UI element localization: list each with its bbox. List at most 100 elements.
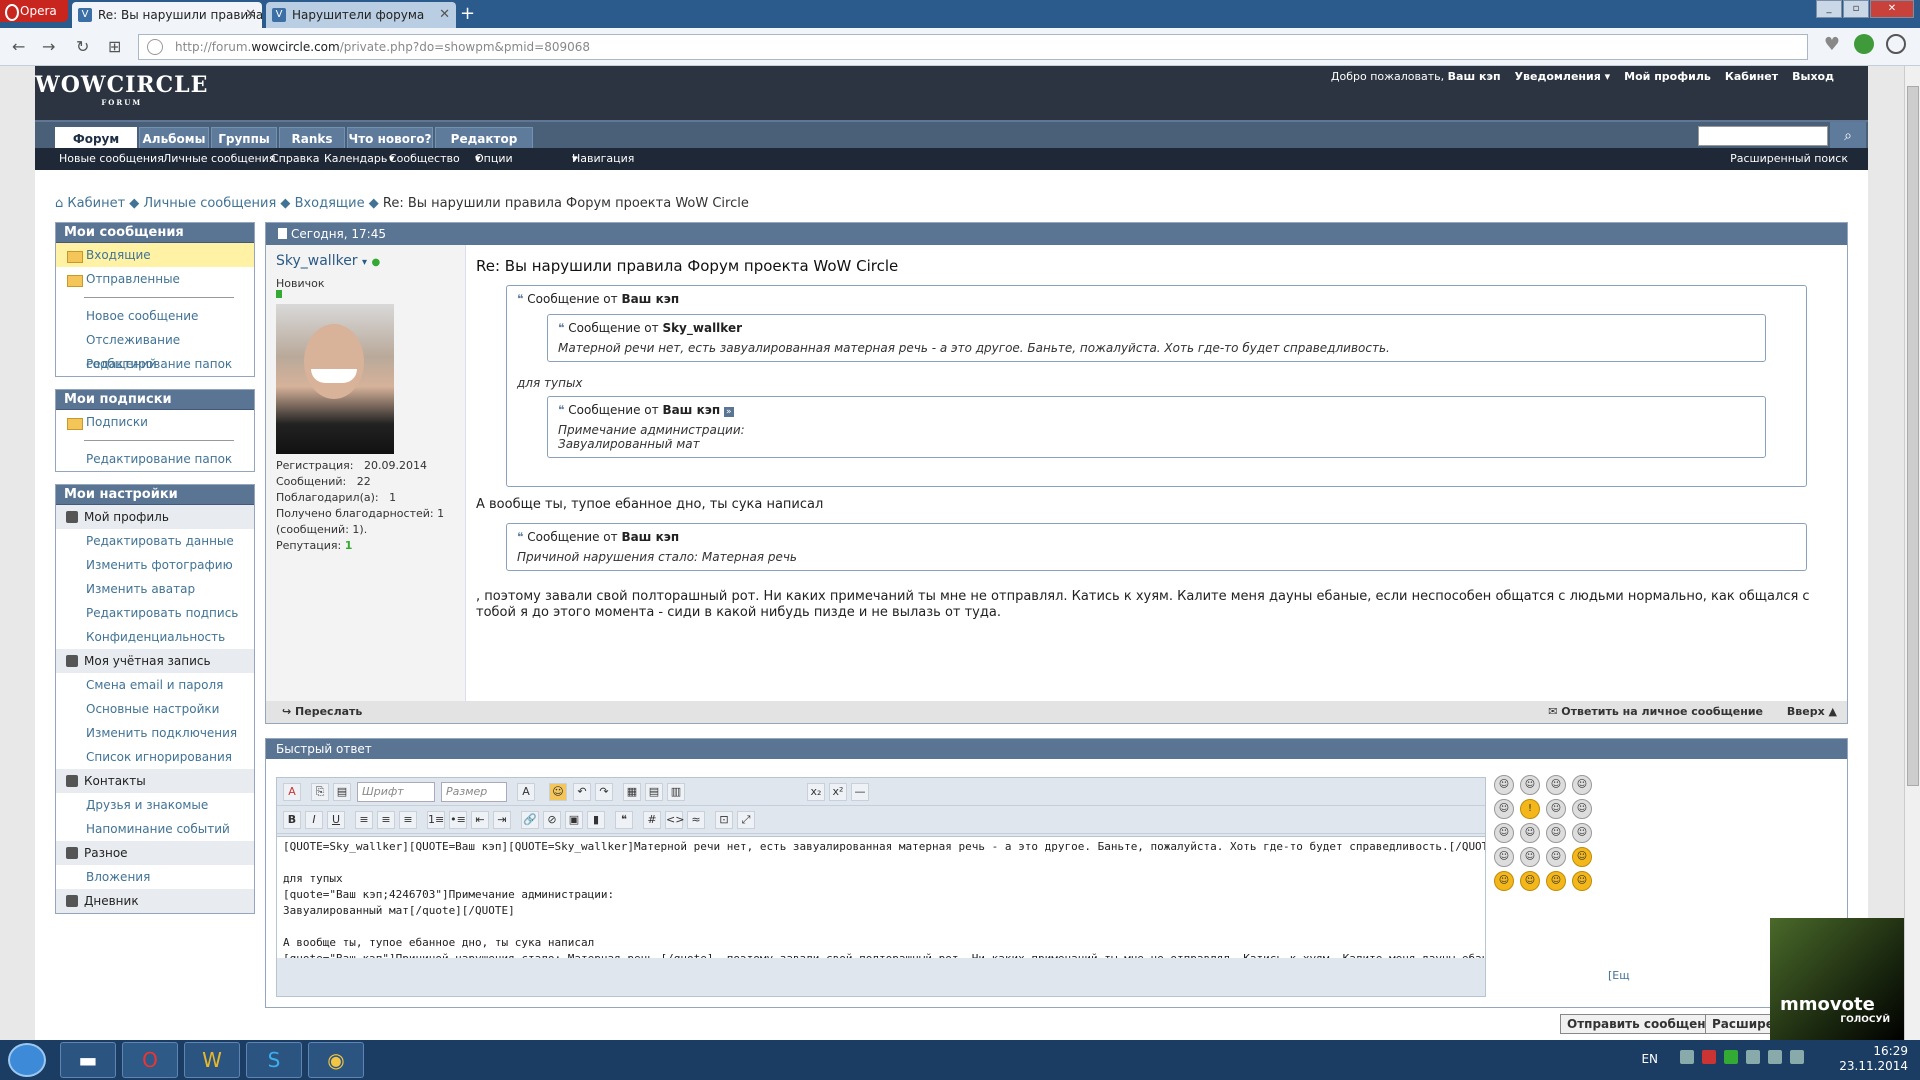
- tab-active[interactable]: V Re: Вы нарушили правила ✕: [72, 2, 262, 28]
- unlink-icon[interactable]: ⊘: [543, 811, 561, 829]
- outdent-icon[interactable]: ⇤: [471, 811, 489, 829]
- smiley-icon[interactable]: ☺: [1520, 847, 1540, 867]
- extension-icon[interactable]: [1854, 34, 1874, 54]
- link-icon[interactable]: 🔗: [521, 811, 539, 829]
- subnav-new-posts[interactable]: Новые сообщения: [59, 148, 164, 170]
- undo-icon[interactable]: ↶: [573, 783, 591, 801]
- smiley-icon[interactable]: ☺: [1572, 775, 1592, 795]
- tab-groups[interactable]: Группы: [211, 127, 277, 150]
- sidebar-item-reminders[interactable]: Напоминание событий: [56, 817, 254, 841]
- top-button[interactable]: Вверх ▲: [1787, 701, 1837, 723]
- smiley-icon[interactable]: ☺: [1494, 823, 1514, 843]
- home-icon[interactable]: ⌂: [55, 196, 63, 211]
- sidebar-item-subscriptions[interactable]: Подписки: [56, 410, 254, 434]
- tab-close-icon[interactable]: ✕: [439, 2, 450, 28]
- wow-taskbar-icon[interactable]: W: [184, 1042, 240, 1078]
- smiley-icon[interactable]: ☺: [1520, 871, 1540, 891]
- search-input[interactable]: [1698, 126, 1828, 146]
- back-icon[interactable]: ←: [12, 37, 25, 56]
- opera-menu-button[interactable]: Opera: [0, 0, 68, 22]
- text-color-icon[interactable]: A: [517, 783, 535, 801]
- sidebar-item-inbox[interactable]: Входящие: [56, 243, 254, 267]
- url-field[interactable]: http://forum.wowcircle.com/private.php?d…: [138, 34, 1808, 60]
- username-link[interactable]: Ваш кэп: [1448, 70, 1501, 83]
- table-row-icon[interactable]: ▤: [645, 783, 663, 801]
- subnav-navigation[interactable]: Навигация ▾: [572, 148, 634, 170]
- site-info-icon[interactable]: [147, 39, 163, 55]
- indent-icon[interactable]: ⇥: [493, 811, 511, 829]
- tab-albums[interactable]: Альбомы: [139, 127, 209, 150]
- advanced-search-link[interactable]: Расширенный поиск: [1730, 148, 1848, 170]
- php-icon[interactable]: ≈: [687, 811, 705, 829]
- quote-icon[interactable]: ❝: [615, 811, 633, 829]
- minimize-button[interactable]: _: [1816, 0, 1842, 18]
- volume-icon[interactable]: [1790, 1050, 1804, 1064]
- subnav-community[interactable]: Сообщество ▾: [389, 148, 460, 170]
- smiley-icon[interactable]: ☺: [1546, 775, 1566, 795]
- sidebar-item-basic-settings[interactable]: Основные настройки: [56, 697, 254, 721]
- italic-icon[interactable]: I: [305, 811, 323, 829]
- remove-format-icon[interactable]: A: [283, 783, 301, 801]
- sidebar-item-change-avatar[interactable]: Изменить аватар: [56, 577, 254, 601]
- start-button[interactable]: [8, 1043, 46, 1077]
- smiley-icon[interactable]: ☺: [1494, 799, 1514, 819]
- my-profile-link[interactable]: Мой профиль: [1624, 70, 1711, 83]
- subnav-help[interactable]: Справка: [271, 148, 319, 170]
- flag-icon[interactable]: [1746, 1050, 1760, 1064]
- tab-whats-new[interactable]: Что нового?: [347, 127, 433, 150]
- tray-icon[interactable]: [1724, 1050, 1738, 1064]
- video-icon[interactable]: ▮: [587, 811, 605, 829]
- smiley-icon[interactable]: ☺: [1494, 847, 1514, 867]
- smiley-icon[interactable]: ☺: [1546, 823, 1566, 843]
- tab-photo-editor[interactable]: Редактор фото: [435, 127, 533, 169]
- sidebar-item-track[interactable]: Отслеживание сообщений: [56, 328, 254, 371]
- subnav-private-messages[interactable]: Личные сообщения: [163, 148, 275, 170]
- reload-icon[interactable]: ↻: [76, 37, 89, 56]
- code-icon[interactable]: <>: [665, 811, 684, 829]
- unordered-list-icon[interactable]: •≡: [449, 811, 467, 829]
- hash-icon[interactable]: #: [643, 811, 661, 829]
- resize-icon[interactable]: ⤢: [737, 811, 755, 829]
- sidebar-item-edit-data[interactable]: Редактировать данные: [56, 529, 254, 553]
- copy-icon[interactable]: ⎘: [311, 783, 329, 801]
- message-textarea[interactable]: [QUOTE=Sky_wallker][QUOTE=Ваш кэп][QUOTE…: [277, 836, 1485, 958]
- source-icon[interactable]: ⊡: [715, 811, 733, 829]
- paste-icon[interactable]: ▤: [333, 783, 351, 801]
- notifications-menu[interactable]: Уведомления ▾: [1515, 70, 1611, 83]
- smiley-icon[interactable]: ☺: [1546, 871, 1566, 891]
- forward-icon[interactable]: →: [42, 37, 55, 56]
- scrollbar-thumb[interactable]: [1907, 86, 1919, 786]
- sidebar-item-friends[interactable]: Друзья и знакомые: [56, 793, 254, 817]
- new-tab-button[interactable]: +: [460, 4, 475, 24]
- font-select[interactable]: Шрифт: [357, 782, 435, 802]
- sidebar-item-edit-folders[interactable]: Редактирование папок: [56, 352, 254, 376]
- table-col-icon[interactable]: ▥: [667, 783, 685, 801]
- search-icon[interactable]: ⌕: [1830, 122, 1866, 150]
- sidebar-item-ignore-list[interactable]: Список игнорирования: [56, 745, 254, 769]
- smiley-icon[interactable]: ☺: [1572, 871, 1592, 891]
- superscript-icon[interactable]: x²: [829, 783, 847, 801]
- reply-pm-button[interactable]: ✉ Ответить на личное сообщение: [1548, 701, 1763, 723]
- smiley-icon[interactable]: ☺: [549, 783, 567, 801]
- tray-icon[interactable]: [1702, 1050, 1716, 1064]
- subnav-calendar[interactable]: Календарь: [324, 148, 387, 170]
- mmovote-banner[interactable]: mmovote ГОЛОСУЙ: [1770, 918, 1904, 1040]
- ordered-list-icon[interactable]: 1≡: [427, 811, 445, 829]
- smiley-icon[interactable]: ☺: [1572, 847, 1592, 867]
- breadcrumb-pm[interactable]: Личные сообщения: [143, 196, 276, 211]
- sidebar-item-subs-edit-folders[interactable]: Редактирование папок: [56, 447, 254, 471]
- sidebar-group-profile[interactable]: Мой профиль: [56, 505, 254, 529]
- sidebar-item-edit-signature[interactable]: Редактировать подпись: [56, 601, 254, 625]
- site-logo[interactable]: WOWCIRCLE FORUM: [35, 72, 208, 107]
- sidebar-item-change-photo[interactable]: Изменить фотографию: [56, 553, 254, 577]
- user-menu-caret-icon[interactable]: ▾: [362, 257, 367, 268]
- smiley-icon[interactable]: ☺: [1520, 823, 1540, 843]
- smiley-icon[interactable]: ☺: [1494, 871, 1514, 891]
- smiley-icon[interactable]: ☺: [1494, 775, 1514, 795]
- sidebar-item-privacy[interactable]: Конфиденциальность: [56, 625, 254, 649]
- close-button[interactable]: ✕: [1870, 0, 1914, 18]
- explorer-taskbar-icon[interactable]: ▬: [60, 1042, 116, 1078]
- subscript-icon[interactable]: x₂: [807, 783, 825, 801]
- skype-taskbar-icon[interactable]: S: [246, 1042, 302, 1078]
- tab-close-icon[interactable]: ✕: [245, 2, 256, 28]
